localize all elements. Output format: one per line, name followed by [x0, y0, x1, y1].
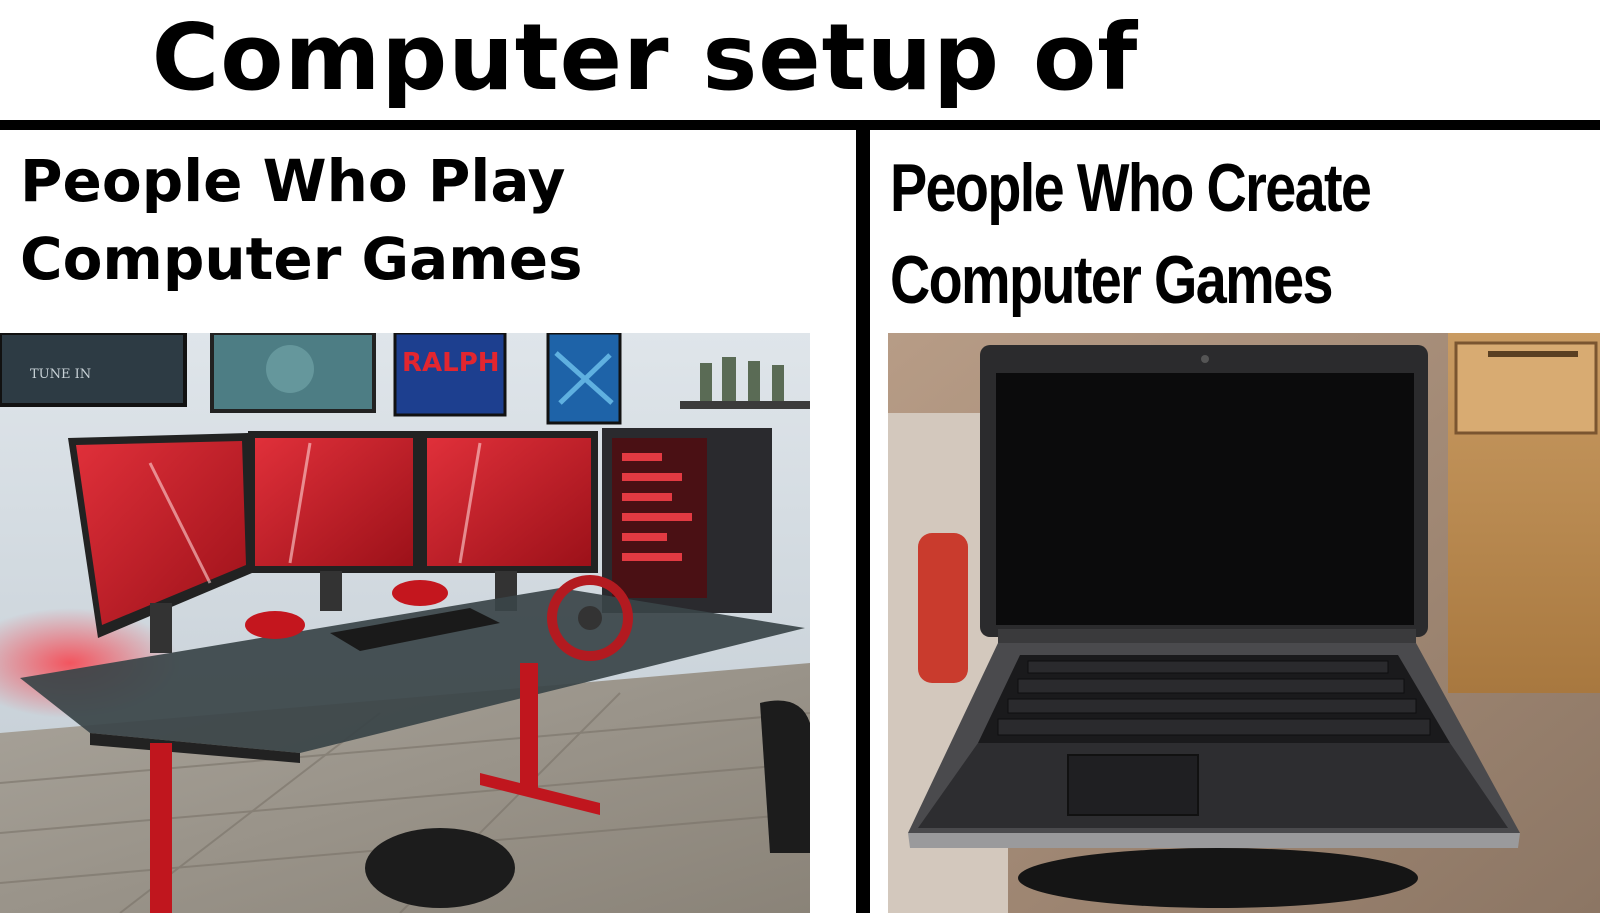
svg-text:TUNE IN: TUNE IN — [30, 367, 91, 382]
left-caption-line2: Computer Games — [20, 225, 583, 293]
right-caption: People Who Create Computer Games — [890, 142, 1464, 326]
right-caption-line1: People Who Create — [890, 150, 1372, 226]
gaming-setup-photo: TUNE IN RALPH — [0, 333, 810, 913]
left-caption: People Who Play Computer Games — [20, 142, 820, 298]
horizontal-divider — [0, 120, 1600, 130]
svg-text:RALPH: RALPH — [402, 348, 500, 378]
laptop-photo — [888, 333, 1600, 913]
meme-title: Computer setup of — [151, 4, 1139, 111]
vertical-divider — [856, 128, 870, 913]
left-caption-line1: People Who Play — [20, 147, 566, 215]
right-caption-line2: Computer Games — [890, 242, 1333, 318]
